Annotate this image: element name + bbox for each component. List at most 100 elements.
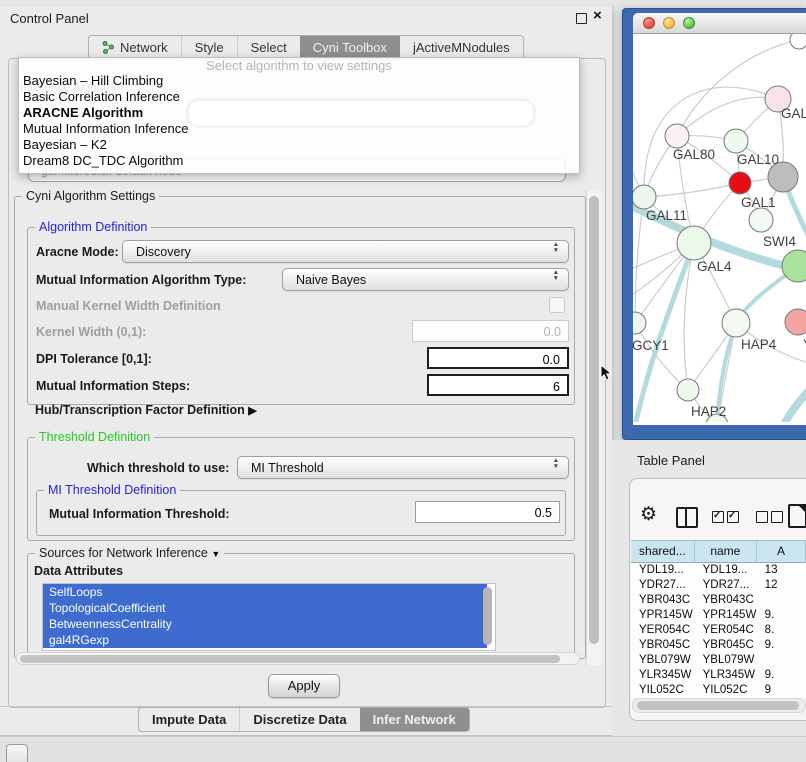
float-window-icon[interactable] [576,13,587,24]
algorithm-option-bayesian-k2[interactable]: Bayesian – K2 [23,137,107,153]
sources-toggle[interactable]: Sources for Network Inference ▼ [35,546,224,560]
network-node-hap2[interactable] [677,379,699,401]
table-panel-title: Table Panel [637,453,705,468]
attribute-item-gal4rgexp[interactable]: gal4RGexp [43,632,487,648]
tab-label: Cyni Toolbox [313,40,387,55]
tab-label: jActiveMNodules [413,40,510,55]
mi-algorithm-type-select[interactable]: Naive Bayes ▲▼ [282,268,569,291]
algorithm-dropdown-prompt: Select algorithm to view settings [19,58,579,73]
close-traffic-light[interactable] [643,17,655,29]
settings-vertical-scrollbar-thumb[interactable] [589,196,599,644]
aracne-mode-select[interactable]: Discovery ▲▼ [122,240,569,263]
threshold-definition-group: Threshold Definition Which threshold to … [27,437,575,541]
algorithm-dropdown: Select algorithm to view settings Bayesi… [18,57,580,174]
column-header-a[interactable]: A [757,541,806,562]
network-node-gal11[interactable] [633,185,656,209]
algorithm-option-mutual-information-inference[interactable]: Mutual Information Inference [23,121,188,137]
table-row[interactable]: YIL052CYIL052C9 [631,683,806,698]
attribute-item-betweennesscentrality[interactable]: BetweennessCentrality [43,616,487,632]
table-row[interactable]: YER054CYER054C8. [631,623,806,638]
kernel-width-input[interactable]: 0.0 [412,320,569,342]
manual-kernel-width-checkbox[interactable] [549,297,565,313]
attribute-item-topologicalcoefficient[interactable]: TopologicalCoefficient [43,600,487,616]
tab-impute-data[interactable]: Impute Data [139,708,239,731]
mi-threshold-input[interactable]: 0.5 [415,501,560,523]
network-node-gal4[interactable] [677,226,711,260]
select-all-checkbox-icon[interactable]: ✓ [712,511,724,523]
tab-network[interactable]: Network [89,36,181,59]
tab-label: Network [120,40,168,55]
algorithm-option-dream8-dc-tdc-algorithm[interactable]: Dream8 DC_TDC Algorithm [23,153,183,169]
network-node-gal80[interactable] [665,124,689,148]
attributes-list-scrollbar[interactable] [483,587,492,645]
mi-algorithm-type-label: Mutual Information Algorithm Type: [36,273,246,287]
node-label-hap4: HAP4 [741,337,777,352]
table-row[interactable]: YDR27...YDR27...12 [631,578,806,593]
close-icon[interactable]: × [593,7,602,24]
node-label-gal80: GAL80 [673,147,715,162]
tab-style[interactable]: Style [181,36,237,59]
network-node-y[interactable] [785,309,806,335]
tab-select[interactable]: Select [237,36,300,59]
algorithm-option-basic-correlation-inference[interactable]: Basic Correlation Inference [23,89,180,105]
table-cell: 8. [757,623,806,638]
network-node-hap4[interactable] [722,309,750,337]
mi-algorithm-type-value: Naive Bayes [296,273,366,287]
algorithm-option-bayesian-hill-climbing[interactable]: Bayesian – Hill Climbing [23,73,163,89]
hub-definition-toggle[interactable]: Hub/Transcription Factor Definition ▶ [35,403,257,417]
network-node-gal10[interactable] [724,129,748,153]
table-cell: 13 [757,563,806,578]
tab-label: Impute Data [152,712,226,727]
algorithm-option-aracne-algorithm[interactable]: ARACNE Algorithm [23,105,143,121]
table-row[interactable]: YBR045CYBR045C9. [631,638,806,653]
tab-label: Style [195,40,224,55]
table-row[interactable]: YPR145WYPR145W9. [631,608,806,623]
cyni-algorithm-settings-group: Cyni Algorithm Settings Algorithm Defini… [14,196,586,659]
network-node-swi4[interactable] [749,208,773,232]
mi-threshold-label: Mutual Information Threshold: [49,507,230,521]
column-header-name[interactable]: name [695,541,757,562]
network-node[interactable] [790,34,806,49]
tab-cyni-toolbox[interactable]: Cyni Toolbox [300,36,400,59]
mi-steps-input[interactable]: 6 [427,374,569,396]
deselect-all-checkbox-icon-2[interactable] [771,511,783,523]
desktop: Control Panel × NetworkStyleSelectCyni T… [0,0,806,762]
export-table-icon[interactable] [788,504,806,528]
table-row[interactable]: YLR345WYLR345W9. [631,668,806,683]
apply-button[interactable]: Apply [268,674,340,698]
table-cell: YDL19... [631,563,695,578]
network-node-gal1[interactable] [729,172,751,194]
minimize-traffic-light[interactable] [663,17,675,29]
columns-icon[interactable] [676,507,698,528]
network-canvas[interactable]: GALGAL80GAL10GAL1GAL11SWI4GAL4GCY1HAP4YH… [633,34,806,422]
settings-horizontal-scrollbar-thumb[interactable] [20,655,560,663]
table-row[interactable]: YDL19...YDL19...13 [631,563,806,578]
network-edge [677,97,778,136]
network-window-titlebar [633,13,806,34]
deselect-all-checkbox-icon[interactable] [756,511,768,523]
dpi-tolerance-input[interactable]: 0.0 [427,347,569,369]
network-node-gcy1[interactable] [633,312,646,334]
table-horizontal-scrollbar-thumb[interactable] [637,701,799,710]
gear-icon[interactable]: ⚙ [640,505,657,525]
table-cell: YLR345W [631,668,695,683]
table-row[interactable]: YBR043CYBR043C [631,593,806,608]
zoom-traffic-light[interactable] [683,17,695,29]
tab-jactivemnodules[interactable]: jActiveMNodules [400,36,523,59]
select-all-checkbox-icon-2[interactable]: ✓ [727,511,739,523]
tab-discretize-data[interactable]: Discretize Data [239,708,359,731]
which-threshold-select[interactable]: MI Threshold ▲▼ [237,456,569,479]
attribute-item-selfloops[interactable]: SelfLoops [43,584,487,600]
which-threshold-value: MI Threshold [251,461,324,475]
node-table: shared...nameA YDL19...YDL19...13YDR27..… [631,540,806,698]
column-header-shared[interactable]: shared... [631,541,695,562]
aracne-mode-value: Discovery [136,245,191,259]
node-label-gal: GAL [781,106,806,121]
mi-steps-label: Mutual Information Steps: [36,379,190,393]
mi-threshold-definition-title: MI Threshold Definition [44,483,180,497]
table-cell: 12 [757,578,806,593]
table-row[interactable]: YBL079WYBL079W [631,653,806,668]
minimized-panel-icon[interactable] [6,744,28,762]
tab-infer-network[interactable]: Infer Network [360,708,469,731]
table-toolbar: ⚙ ✓ ✓ [630,479,806,539]
